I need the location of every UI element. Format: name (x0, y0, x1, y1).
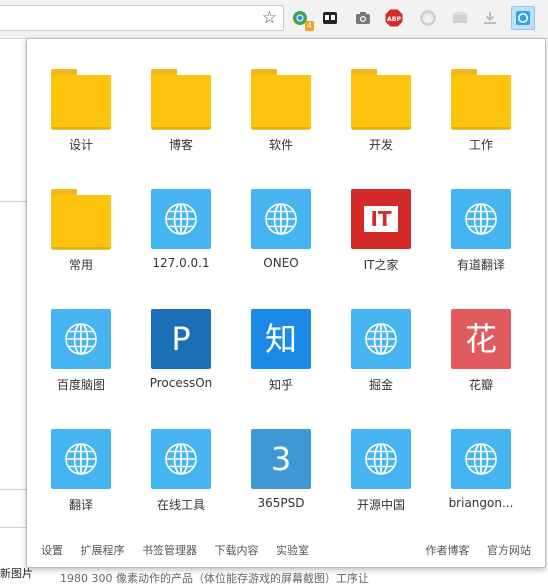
globe-icon (451, 189, 511, 249)
launcher-item[interactable]: 花花瓣 (431, 304, 531, 424)
launcher-item-label: 知乎 (268, 378, 293, 392)
site-logo-icon: 知 (251, 309, 311, 369)
site-logo-icon: 花 (451, 309, 511, 369)
folder-icon (51, 189, 111, 250)
folder-icon (151, 69, 211, 130)
download-icon[interactable] (481, 9, 499, 27)
dual-square-icon[interactable] (321, 9, 339, 27)
launcher-item[interactable]: 掘金 (331, 304, 431, 424)
launcher-item[interactable]: ONEO (231, 184, 331, 304)
globe-icon (151, 429, 211, 489)
site-logo-glyph: 3 (270, 440, 292, 478)
launcher-item[interactable]: 软件 (231, 64, 331, 184)
footer-right-links: 作者博客 官方网站 (412, 542, 532, 558)
launcher-item[interactable]: 设计 (31, 64, 131, 184)
site-logo-icon: 3 (251, 429, 311, 489)
launcher-item-label: briangon... (448, 496, 514, 510)
grey-box-icon[interactable] (451, 9, 469, 27)
launcher-item-label: 有道翻译 (456, 258, 505, 272)
globe-icon (151, 189, 211, 249)
footer-link-settings[interactable]: 设置 (41, 544, 63, 557)
launcher-item-label: 设计 (68, 138, 93, 152)
site-logo-icon: P (151, 309, 211, 369)
footer-link-bookmarks[interactable]: 书签管理器 (142, 544, 197, 557)
swirl-icon[interactable] (419, 9, 437, 27)
launcher-grid: 设计 博客 软件 开发 工作常用 127.0.0.1 ONEO IT IT之家 有道翻译百度脑图 P… (31, 64, 531, 544)
launcher-item[interactable]: 百度脑图 (31, 304, 131, 424)
launcher-item-label: 常用 (68, 258, 93, 272)
launcher-item-label: 127.0.0.1 (152, 256, 210, 270)
launcher-item-label: ProcessOn (149, 376, 213, 390)
launcher-item-label: 花瓣 (468, 378, 493, 392)
chrome-ext-green-icon[interactable]: 4 (291, 9, 314, 31)
launcher-item[interactable]: 知知乎 (231, 304, 331, 424)
launcher-item[interactable]: 开发 (331, 64, 431, 184)
launcher-item-label: IT之家 (363, 258, 399, 272)
folder-icon (451, 69, 511, 130)
folder-icon (351, 69, 411, 130)
active-launcher-icon[interactable] (511, 6, 535, 30)
launcher-item-label: 开源中国 (356, 498, 405, 512)
ithome-logo-icon: IT (351, 189, 411, 249)
adblock-plus-icon[interactable]: ABP (385, 9, 403, 27)
launcher-item[interactable]: 3 365PSD (231, 424, 331, 544)
popup-footer: 设置 扩展程序 书签管理器 下载内容 实验室 作者博客 官方网站 (41, 542, 531, 560)
folder-icon (51, 69, 111, 130)
globe-icon (51, 309, 111, 369)
launcher-item-label: 软件 (268, 138, 293, 152)
divider (0, 527, 26, 528)
footer-link-official-site[interactable]: 官方网站 (487, 544, 531, 557)
launcher-item-label: 翻译 (68, 498, 93, 512)
launcher-item-label: 博客 (168, 138, 193, 152)
divider (0, 489, 26, 490)
globe-icon (51, 429, 111, 489)
bookmark-star-icon[interactable]: ☆ (262, 8, 277, 28)
divider (0, 201, 26, 202)
launcher-item-label: ONEO (263, 256, 299, 270)
globe-icon (451, 429, 511, 489)
ithome-logo-text: IT (364, 206, 398, 232)
globe-icon (251, 189, 311, 249)
launcher-item-label: 365PSD (257, 496, 305, 510)
camera-icon[interactable] (354, 9, 372, 27)
site-logo-glyph: 花 (464, 320, 497, 358)
launcher-item-label: 在线工具 (156, 498, 205, 512)
site-logo-glyph: 知 (264, 320, 297, 358)
launcher-item[interactable]: 开源中国 (331, 424, 431, 544)
site-logo-glyph: P (171, 320, 191, 358)
footer-link-downloads[interactable]: 下载内容 (215, 544, 259, 557)
footer-link-extensions[interactable]: 扩展程序 (81, 544, 125, 557)
background-page (0, 39, 26, 577)
folder-icon (251, 69, 311, 130)
address-bar[interactable]: ☆ (0, 5, 284, 31)
launcher-item[interactable]: 有道翻译 (431, 184, 531, 304)
launcher-item[interactable]: IT IT之家 (331, 184, 431, 304)
launcher-item-label: 百度脑图 (56, 378, 105, 392)
background-bottom-text: 1980 300 像素动作的产品（体位能存游戏的屏幕截图）工序让 (60, 572, 369, 585)
browser-toolbar: ☆ 4 ABP (0, 0, 548, 39)
launcher-item[interactable]: 在线工具 (131, 424, 231, 544)
launcher-item-label: 开发 (368, 138, 393, 152)
launcher-item[interactable]: briangon... (431, 424, 531, 544)
launcher-item[interactable]: 工作 (431, 64, 531, 184)
launcher-popup: 设计 博客 软件 开发 工作常用 127.0.0.1 ONEO IT IT之家 有道翻译百度脑图 P… (26, 38, 546, 568)
launcher-item[interactable]: 常用 (31, 184, 131, 304)
launcher-item[interactable]: 博客 (131, 64, 231, 184)
globe-icon (351, 429, 411, 489)
svg-text:ABP: ABP (387, 16, 402, 23)
footer-link-labs[interactable]: 实验室 (276, 544, 309, 557)
launcher-item[interactable]: 翻译 (31, 424, 131, 544)
launcher-item[interactable]: 127.0.0.1 (131, 184, 231, 304)
extension-badge: 4 (304, 21, 314, 31)
launcher-item[interactable]: P ProcessOn (131, 304, 231, 424)
launcher-item-label: 掘金 (368, 378, 393, 392)
globe-icon (351, 309, 411, 369)
footer-link-author-blog[interactable]: 作者博客 (426, 544, 470, 557)
launcher-item-label: 工作 (468, 138, 493, 152)
